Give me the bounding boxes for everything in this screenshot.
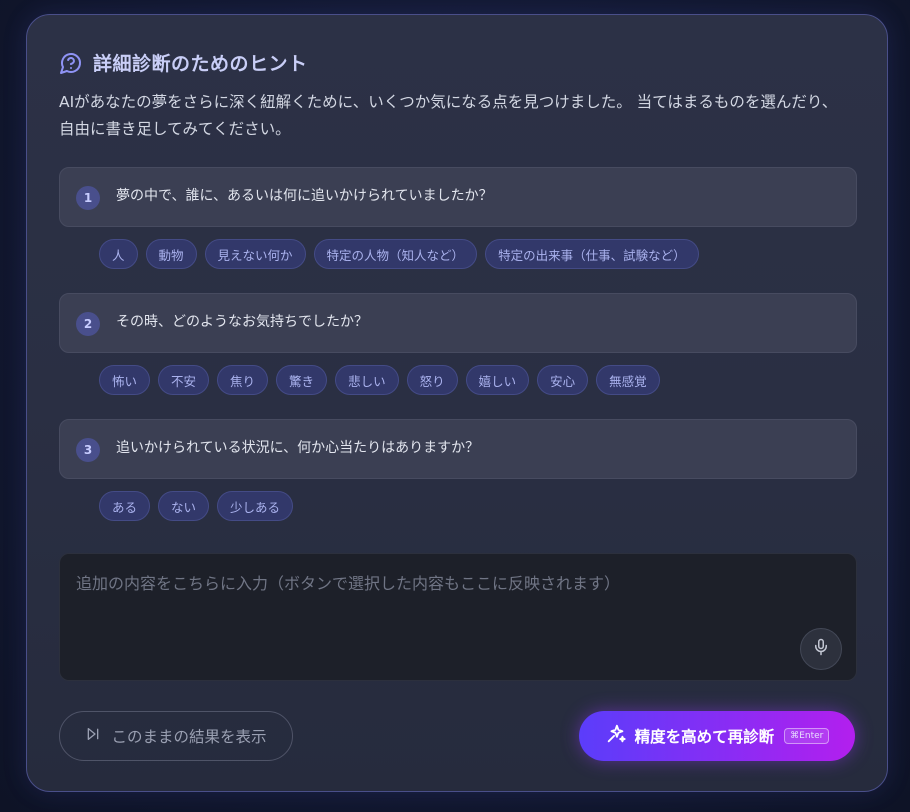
option-chip[interactable]: 悲しい <box>335 365 399 395</box>
additional-details-input[interactable] <box>60 554 856 680</box>
option-chip[interactable]: 焦り <box>217 365 269 395</box>
option-chip[interactable]: 少しある <box>217 491 294 521</box>
question-1: 1 夢の中で、誰に、あるいは何に追いかけられていましたか？ <box>59 167 857 227</box>
sparkles-icon <box>605 723 627 749</box>
option-chip[interactable]: ない <box>158 491 210 521</box>
option-chip[interactable]: 怖い <box>99 365 151 395</box>
microphone-icon <box>812 638 830 660</box>
option-chip[interactable]: 特定の人物（知人など） <box>313 239 478 269</box>
show-current-result-button[interactable]: このままの結果を表示 <box>59 711 293 761</box>
question-3: 3 追いかけられている状況に、何か心当たりはありますか？ <box>59 419 857 479</box>
question-number: 3 <box>76 438 100 462</box>
keyboard-shortcut-badge: ⌘Enter <box>784 728 830 744</box>
option-chip[interactable]: 無感覚 <box>596 365 660 395</box>
question-text: 追いかけられている状況に、何か心当たりはありますか？ <box>116 440 480 456</box>
option-chip[interactable]: 見えない何か <box>204 239 306 269</box>
option-chip[interactable]: 不安 <box>158 365 210 395</box>
question-3-options: ある ない 少しある <box>99 491 294 521</box>
option-chip[interactable]: 安心 <box>537 365 589 395</box>
question-text: その時、どのようなお気持ちでしたか？ <box>116 314 368 330</box>
show-current-result-label: このままの結果を表示 <box>111 728 267 746</box>
question-number: 2 <box>76 312 100 336</box>
diagnosis-hints-card: 詳細診断のためのヒント AIがあなたの夢をさらに深く紐解くために、いくつか気にな… <box>26 14 888 792</box>
option-chip[interactable]: 驚き <box>276 365 328 395</box>
rediagnose-label: 精度を高めて再診断 <box>634 728 775 746</box>
option-chip[interactable]: 特定の出来事（仕事、試験など） <box>485 239 699 269</box>
microphone-button[interactable] <box>800 628 842 670</box>
option-chip[interactable]: 動物 <box>145 239 197 269</box>
option-chip[interactable]: 怒り <box>406 365 458 395</box>
question-2: 2 その時、どのようなお気持ちでしたか？ <box>59 293 857 353</box>
card-title: 詳細診断のためのヒント <box>93 53 308 75</box>
card-header: 詳細診断のためのヒント <box>59 49 308 76</box>
question-text: 夢の中で、誰に、あるいは何に追いかけられていましたか？ <box>116 188 493 204</box>
rediagnose-button[interactable]: 精度を高めて再診断 ⌘Enter <box>579 711 855 761</box>
hint-description: AIがあなたの夢をさらに深く紐解くために、いくつか気になる点を見つけました。 当… <box>59 93 838 138</box>
question-number: 1 <box>76 186 100 210</box>
additional-input-box <box>59 553 857 681</box>
option-chip[interactable]: ある <box>99 491 151 521</box>
question-1-options: 人 動物 見えない何か 特定の人物（知人など） 特定の出来事（仕事、試験など） <box>99 239 699 269</box>
option-chip[interactable]: 嬉しい <box>465 365 530 395</box>
option-chip[interactable]: 人 <box>99 239 138 269</box>
question-bubble-icon <box>59 51 83 75</box>
question-2-options: 怖い 不安 焦り 驚き 悲しい 怒り 嬉しい 安心 無感覚 <box>99 365 660 395</box>
skip-forward-icon <box>85 726 101 746</box>
